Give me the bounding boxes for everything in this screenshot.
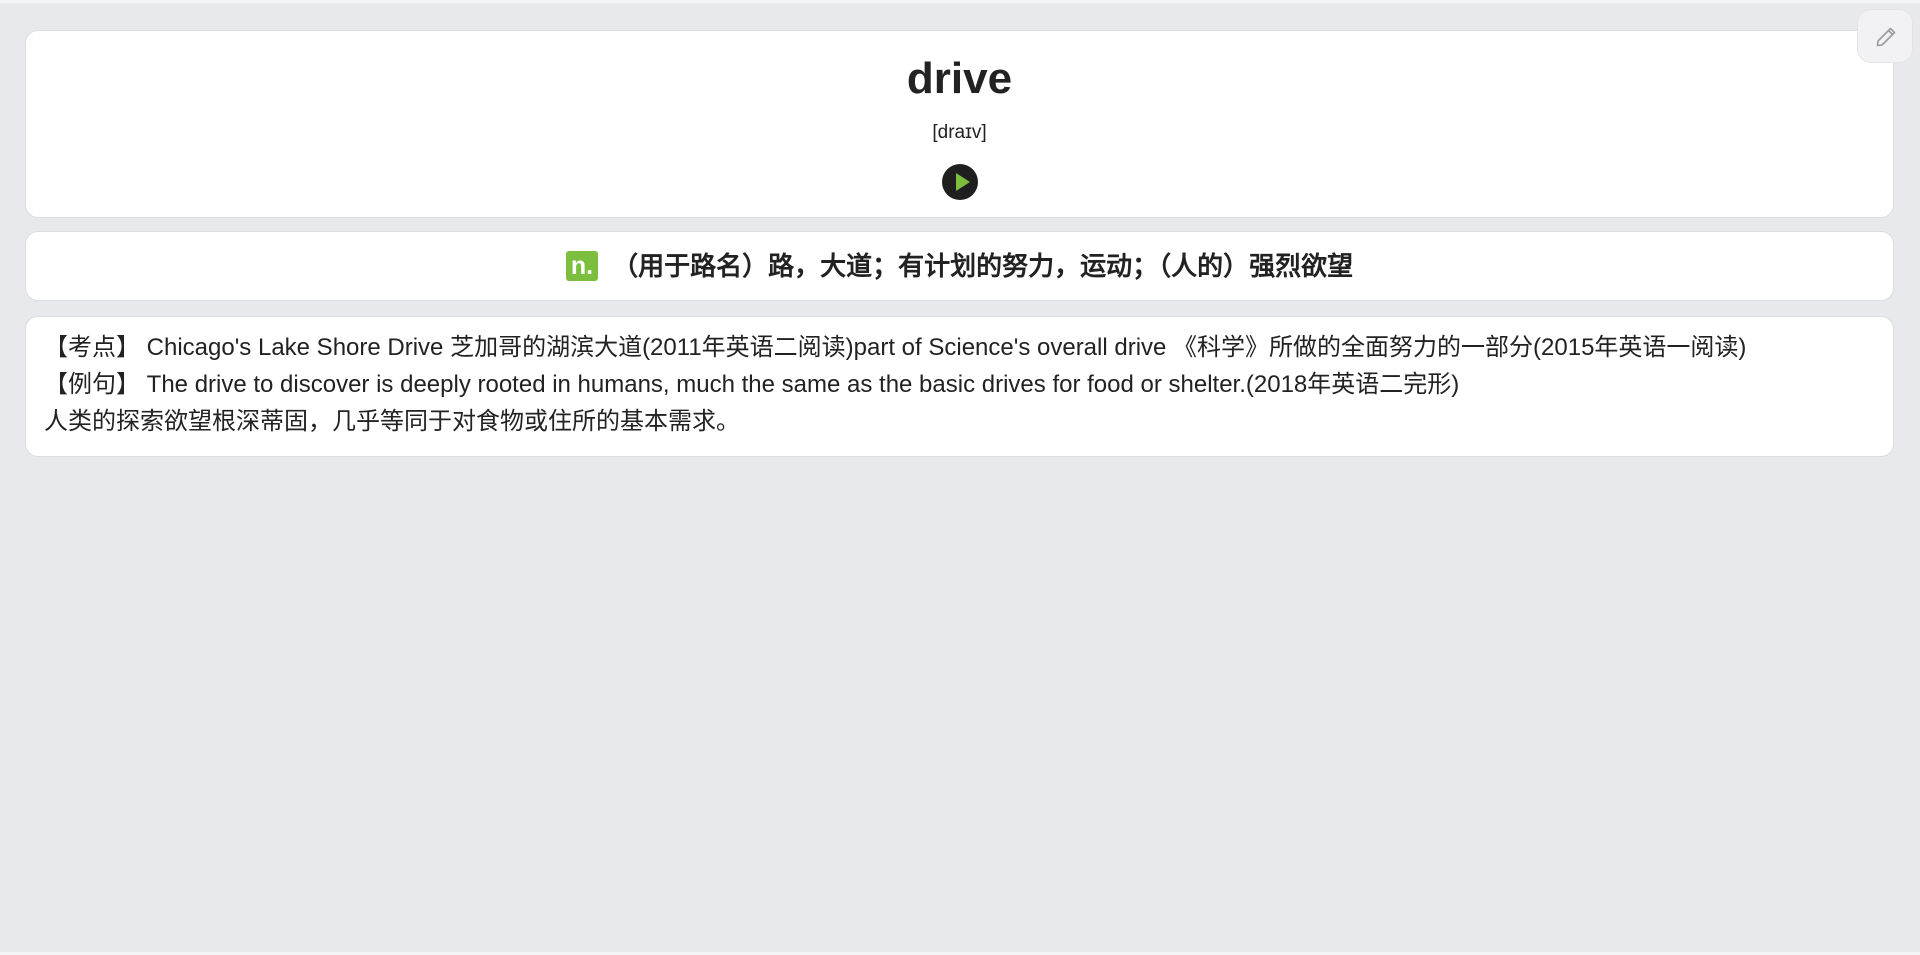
- play-icon: [943, 165, 977, 199]
- play-audio-button[interactable]: [942, 164, 978, 200]
- exam-point-line: 【考点】 Chicago's Lake Shore Drive 芝加哥的湖滨大道…: [44, 334, 1747, 361]
- example-translation-line: 人类的探索欲望根深蒂固，几乎等同于对食物或住所的基本需求。: [44, 408, 740, 435]
- phonetic: [draɪv]: [932, 122, 987, 143]
- pencil-icon: [1876, 27, 1896, 47]
- examples-card: 【考点】 Chicago's Lake Shore Drive 芝加哥的湖滨大道…: [25, 316, 1894, 457]
- example-sentence-line: 【例句】 The drive to discover is deeply roo…: [44, 371, 1460, 398]
- page: drive [draɪv] n. （用于路名）路，大道；有计划的努力，运动；（人…: [0, 0, 1920, 955]
- definition-text: （用于路名）路，大道；有计划的努力，运动；（人的）强烈欲望: [612, 251, 1354, 281]
- edit-button[interactable]: [1857, 9, 1913, 63]
- definition-card: n. （用于路名）路，大道；有计划的努力，运动；（人的）强烈欲望: [25, 231, 1894, 301]
- word-title: drive: [906, 54, 1013, 103]
- part-of-speech-badge: n.: [565, 251, 599, 281]
- word-card: drive [draɪv]: [25, 30, 1894, 218]
